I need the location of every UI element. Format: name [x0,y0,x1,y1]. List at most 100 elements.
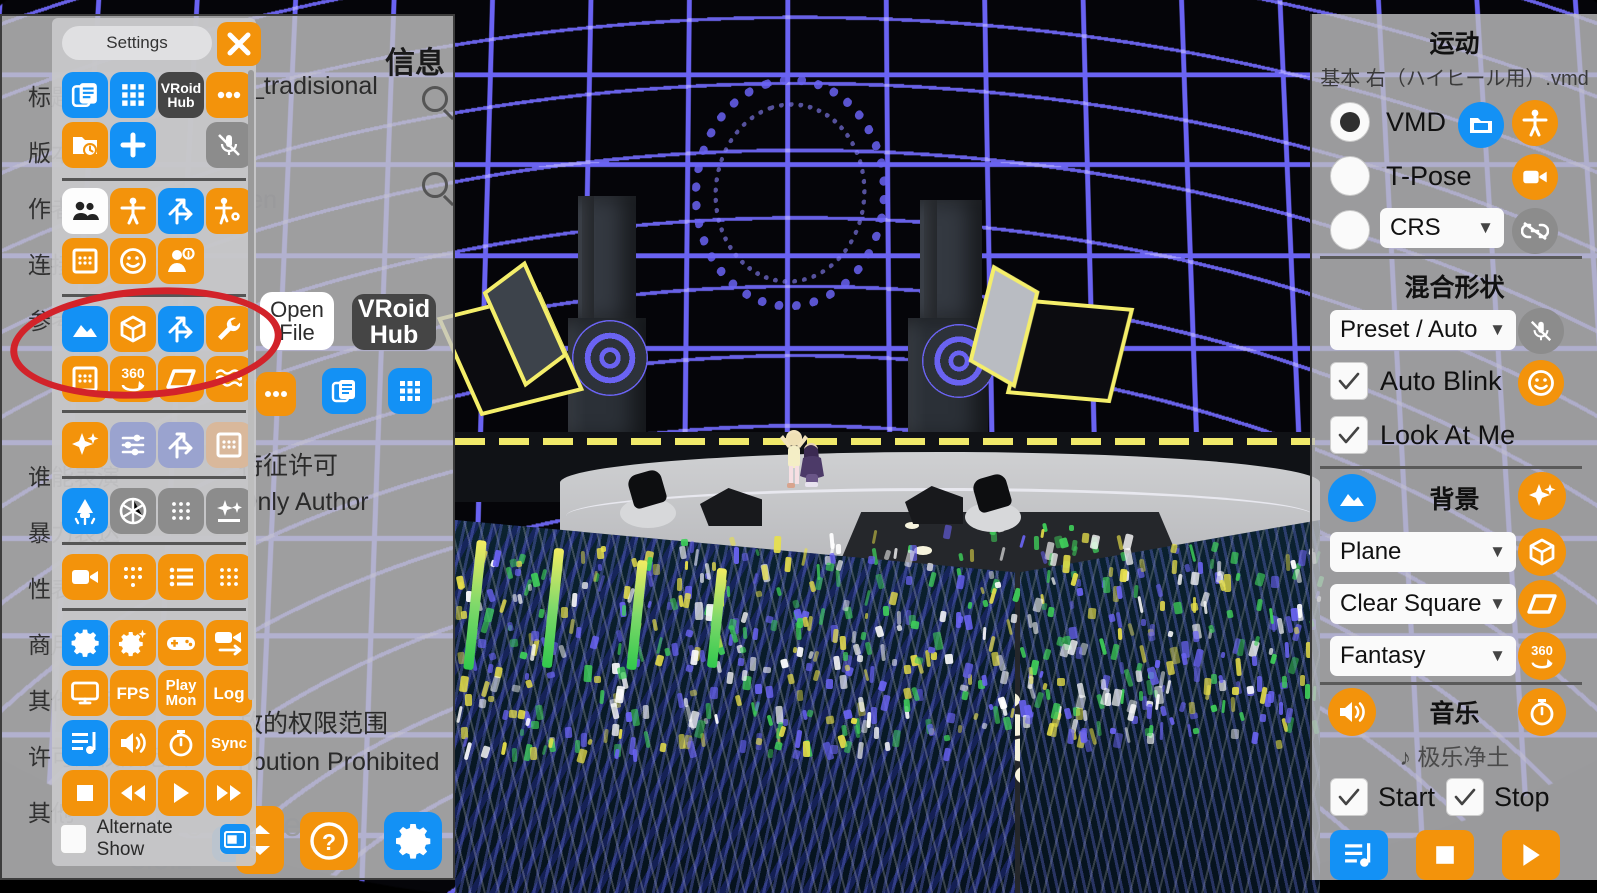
folder-recent-icon[interactable] [62,122,108,168]
settings-divider [62,294,246,297]
move-axis-icon[interactable] [158,306,204,352]
dots-grid-icon[interactable] [110,554,156,600]
gear-icon[interactable] [62,620,108,666]
info-overlay-permission: 放的权限范围 [238,704,388,740]
play-icon[interactable] [158,770,204,816]
folder-icon[interactable] [1458,102,1504,148]
plus-icon[interactable] [110,122,156,168]
settings-scrollbar[interactable] [248,70,254,700]
panel-grid-icon[interactable] [206,422,252,468]
dots-grid-icon[interactable] [206,554,252,600]
move-axis-icon[interactable] [158,188,204,234]
gear-sparkle-icon[interactable] [110,620,156,666]
wrench-icon[interactable] [206,306,252,352]
video-camera-icon[interactable] [1512,154,1558,200]
crs-select[interactable]: CRS ▼ [1380,208,1504,248]
dots-grid-icon[interactable] [158,488,204,534]
log-icon[interactable]: Log [206,670,252,716]
stopwatch-icon[interactable] [1518,688,1566,736]
more-dots-icon[interactable] [256,372,296,416]
forward-icon[interactable] [206,770,252,816]
motion-radio-crs[interactable] [1330,210,1370,250]
panel-grid-icon[interactable] [62,356,108,402]
grid-apps-icon[interactable] [388,368,432,414]
sparkle-icon[interactable] [62,422,108,468]
document-copy-icon[interactable] [62,72,108,118]
vroid-hub-icon[interactable]: VRoid Hub [158,72,204,118]
close-icon[interactable] [217,22,261,66]
mic-off-icon[interactable] [206,122,252,168]
cube-3d-icon[interactable] [1518,528,1566,576]
camera-export-icon[interactable] [206,620,252,666]
panel-grid-icon[interactable] [62,238,108,284]
sparkle-icon[interactable] [1518,472,1566,520]
pose-person-icon[interactable] [110,188,156,234]
playmon-icon[interactable]: Play Mon [158,670,204,716]
motion-radio-vmd[interactable] [1330,102,1370,142]
person-settings-icon[interactable] [206,188,252,234]
person-info-icon[interactable] [158,238,204,284]
document-copy-icon[interactable] [322,368,366,414]
playlist-music-icon[interactable] [1330,830,1388,880]
rotate-360-icon[interactable]: 360 [110,356,156,402]
rotate-360-label: 360 [121,366,144,380]
auto-blink-checkbox[interactable] [1330,362,1368,400]
waves-icon[interactable] [206,356,252,402]
light-lamp-icon[interactable] [62,488,108,534]
background-style-select[interactable]: Clear Square ▼ [1330,584,1516,624]
vroid-hub-button[interactable]: VRoid Hub [352,294,436,350]
cube-3d-icon[interactable] [110,306,156,352]
stopwatch-icon[interactable] [158,720,204,766]
alternate-show-checkbox[interactable] [60,824,87,854]
monitor-icon[interactable] [62,670,108,716]
pose-person-icon[interactable] [1512,100,1558,146]
settings-divider [62,608,246,611]
search-icon[interactable] [422,86,448,112]
smiley-icon[interactable] [1518,360,1564,406]
background-theme-value: Fantasy [1340,642,1425,670]
music-stop-checkbox[interactable] [1446,778,1484,816]
look-at-me-checkbox[interactable] [1330,416,1368,454]
music-start-label: Start [1378,782,1435,813]
settings-icon-grid[interactable]: VRoid Hub 360 FPS Play Mon Log Sync [52,66,256,828]
speaker-icon[interactable] [110,720,156,766]
stop-icon[interactable] [62,770,108,816]
blendshape-preset-select[interactable]: Preset / Auto ▼ [1330,310,1516,350]
floor-confetti [455,520,1015,760]
open-file-button[interactable]: Open File [260,292,334,350]
window-pip-icon[interactable] [220,824,250,854]
motion-radio-tpose[interactable] [1330,156,1370,196]
background-type-select[interactable]: Plane ▼ [1330,532,1516,572]
more-dots-icon[interactable] [206,72,252,118]
search-icon[interactable] [422,172,448,198]
help-icon[interactable]: ? [300,812,358,870]
stop-icon[interactable] [1416,830,1474,880]
parallelogram-icon[interactable] [158,356,204,402]
info-panel-title: 信息 [385,38,445,82]
rewind-icon[interactable] [110,770,156,816]
aperture-icon[interactable] [110,488,156,534]
parallelogram-icon[interactable] [1518,580,1566,628]
rotate-360-icon[interactable]: 360 [1518,632,1566,680]
music-start-checkbox[interactable] [1330,778,1368,816]
people-icon[interactable] [62,188,108,234]
sliders-icon[interactable] [110,422,156,468]
sync-icon[interactable]: Sync [206,720,252,766]
crs-select-value: CRS [1390,214,1441,242]
smiley-icon[interactable] [110,238,156,284]
magic-wand-icon[interactable] [206,488,252,534]
grid-apps-icon[interactable] [110,72,156,118]
video-camera-icon[interactable] [62,554,108,600]
mic-off-icon[interactable] [1518,308,1564,354]
image-mountain-icon[interactable] [62,306,108,352]
alternate-show-row[interactable]: Alternate Show [60,820,250,858]
gear-icon[interactable] [384,812,442,870]
playlist-music-icon[interactable] [62,720,108,766]
list-icon[interactable] [158,554,204,600]
move-axis-icon[interactable] [158,422,204,468]
gamepad-icon[interactable] [158,620,204,666]
play-icon[interactable] [1502,830,1560,880]
link-off-icon[interactable] [1512,208,1558,254]
fps-icon[interactable]: FPS [110,670,156,716]
background-theme-select[interactable]: Fantasy ▼ [1330,636,1516,676]
